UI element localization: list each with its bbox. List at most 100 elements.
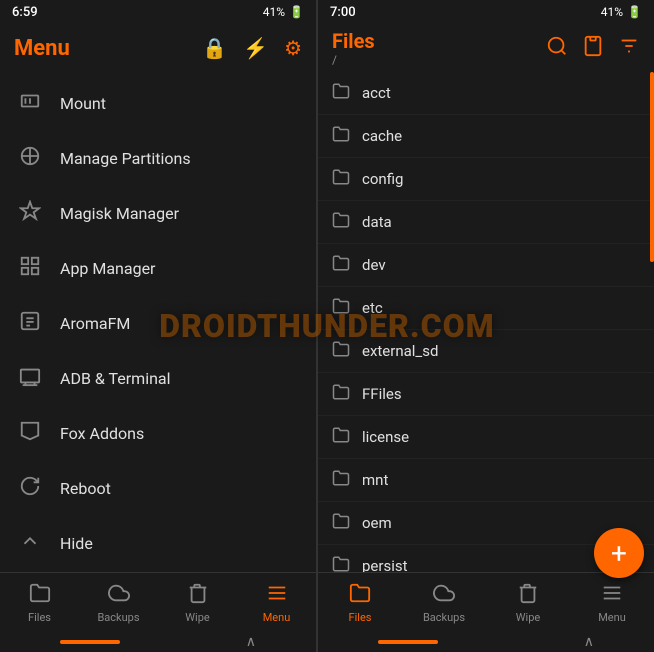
search-icon[interactable] [546,35,568,62]
lightning-icon[interactable]: ⚡ [243,36,268,60]
left-header: Menu 🔒 ⚡ ⚙ [0,24,316,72]
right-nav-menu[interactable]: Menu [570,573,654,632]
menu-item-hide[interactable]: Hide [0,516,316,571]
file-item-acct[interactable]: acct [318,72,654,115]
right-title-block: Files / [332,29,375,67]
right-nav-backups-icon [433,582,455,609]
file-item-dev[interactable]: dev [318,244,654,287]
left-nav-files-label: Files [28,611,51,624]
file-list: acct cache config data [318,72,654,572]
right-gesture-bar: ∧ [318,632,654,652]
right-header-icons [546,35,640,62]
left-panel: 6:59 41% 🔋 Menu 🔒 ⚡ ⚙ Mount [0,0,318,652]
clipboard-icon[interactable] [582,35,604,62]
right-nav-menu-label: Menu [598,611,626,624]
left-nav-menu-icon [266,582,288,609]
folder-icon [332,555,350,572]
right-path: / [332,53,375,67]
right-up-arrow: ∧ [584,634,594,650]
menu-item-magisk[interactable]: Magisk Manager [0,186,316,241]
fab-button[interactable]: + [594,528,644,578]
lock-icon[interactable]: 🔒 [202,36,227,60]
right-nav-files-label: Files [349,611,372,624]
scroll-indicator [650,72,654,262]
apps-label: App Manager [60,259,155,278]
file-item-license[interactable]: license [318,416,654,459]
aroma-icon [16,310,44,337]
left-header-icons: 🔒 ⚡ ⚙ [202,36,302,60]
mount-label: Mount [60,94,106,113]
adb-icon [16,365,44,392]
reboot-icon [16,475,44,502]
right-bottom-nav: Files Backups Wipe [318,572,654,632]
folder-icon [332,340,350,362]
left-nav-wipe-label: Wipe [185,611,209,624]
folder-icon [332,426,350,448]
right-nav-files[interactable]: Files [318,573,402,632]
left-gesture-pill [60,640,120,644]
folder-icon [332,469,350,491]
menu-item-mount[interactable]: Mount [0,76,316,131]
hide-icon [16,530,44,557]
file-name: data [362,213,392,231]
left-nav-menu-label: Menu [263,611,291,624]
file-name: FFiles [362,385,402,403]
file-item-external-sd[interactable]: external_sd [318,330,654,373]
right-gesture-pill [378,640,438,644]
menu-item-partitions[interactable]: Manage Partitions [0,131,316,186]
left-nav-backups-icon [108,582,130,609]
file-name: license [362,428,409,446]
right-nav-backups[interactable]: Backups [402,573,486,632]
adb-label: ADB & Terminal [60,369,171,388]
file-item-config[interactable]: config [318,158,654,201]
file-name: persist [362,557,408,572]
menu-item-aroma[interactable]: AromaFM [0,296,316,351]
file-name: cache [362,127,402,145]
aroma-label: AromaFM [60,314,130,333]
left-battery-icon: 🔋 [289,5,304,19]
left-up-arrow: ∧ [246,634,256,650]
left-nav-backups[interactable]: Backups [79,573,158,632]
right-panel: 7:00 41% 🔋 Files / [318,0,654,652]
right-status-icons: 41% 🔋 [601,5,642,19]
menu-item-reboot[interactable]: Reboot [0,461,316,516]
reboot-label: Reboot [60,479,111,498]
file-item-etc[interactable]: etc [318,287,654,330]
magisk-label: Magisk Manager [60,204,179,223]
menu-item-fox[interactable]: Fox Addons [0,406,316,461]
settings-icon[interactable]: ⚙ [284,36,302,60]
left-title: Menu [14,36,70,61]
right-battery: 41% [601,5,623,19]
left-status-bar: 6:59 41% 🔋 [0,0,316,24]
right-nav-wipe[interactable]: Wipe [486,573,570,632]
fox-icon [16,420,44,447]
left-nav-backups-label: Backups [97,611,139,624]
folder-icon [332,383,350,405]
file-item-data[interactable]: data [318,201,654,244]
hide-label: Hide [60,534,93,553]
file-name: acct [362,84,391,102]
left-battery: 41% [263,5,285,19]
file-item-cache[interactable]: cache [318,115,654,158]
partitions-icon [16,145,44,172]
right-nav-backups-label: Backups [423,611,465,624]
right-title: Files [332,29,375,53]
file-name: mnt [362,471,388,489]
left-nav-wipe[interactable]: Wipe [158,573,237,632]
folder-icon [332,125,350,147]
file-name: config [362,170,403,188]
left-nav-menu[interactable]: Menu [237,573,316,632]
file-item-mnt[interactable]: mnt [318,459,654,502]
menu-item-apps[interactable]: App Manager [0,241,316,296]
apps-icon [16,255,44,282]
fab-plus-icon: + [611,537,627,570]
file-item-ffiles[interactable]: FFiles [318,373,654,416]
folder-icon [332,297,350,319]
menu-list: Mount Manage Partitions Magisk Manager [0,72,316,572]
partitions-label: Manage Partitions [60,149,191,168]
right-nav-menu-icon [601,582,623,609]
menu-item-adb[interactable]: ADB & Terminal [0,351,316,406]
filter-icon[interactable] [618,35,640,62]
file-name: external_sd [362,342,438,360]
left-nav-files[interactable]: Files [0,573,79,632]
